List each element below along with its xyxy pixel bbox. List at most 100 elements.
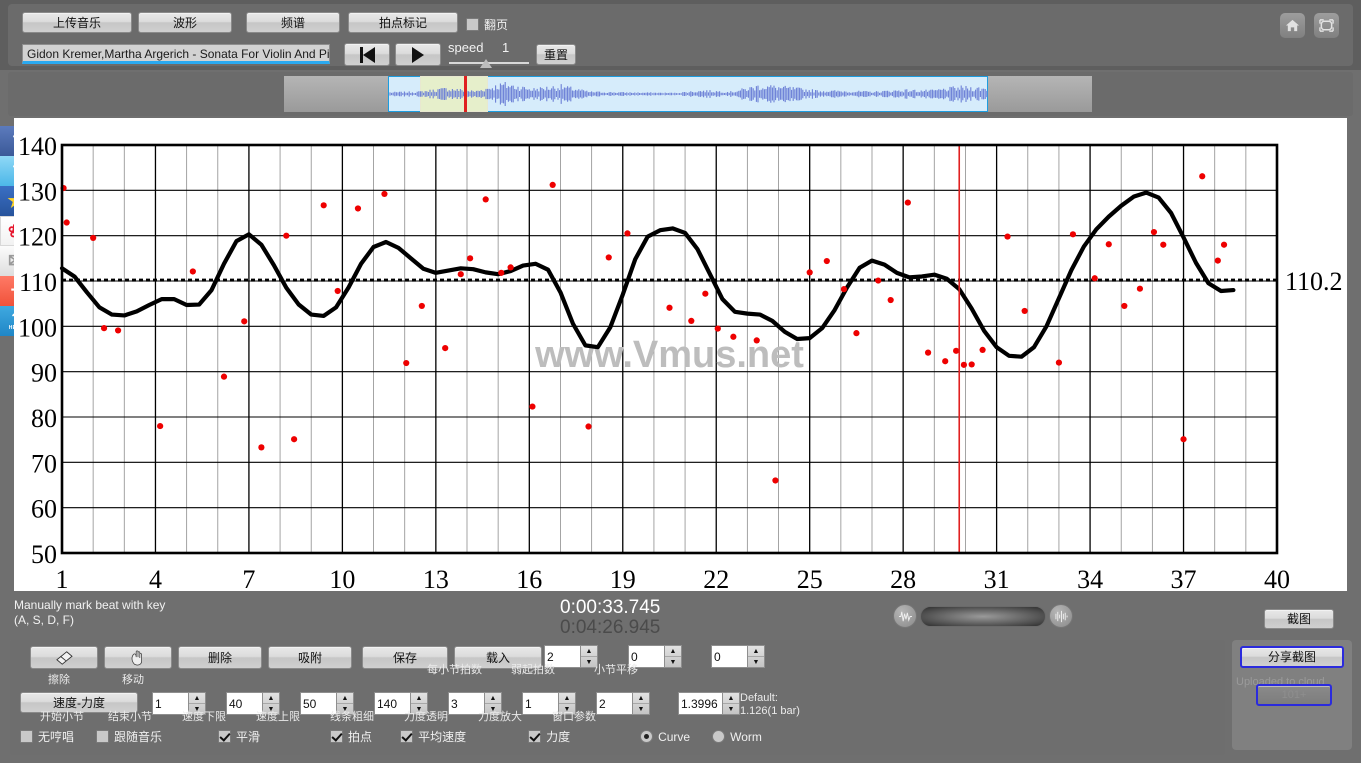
start-bar-increment-icon[interactable]: ▲ [189,693,205,704]
beats-checkbox[interactable] [330,730,344,743]
beat-point[interactable] [283,232,290,239]
beat-point[interactable] [688,317,695,324]
beat-point[interactable] [840,286,848,293]
track-name-field[interactable]: Gidon Kremer,Martha Argerich - Sonata Fo… [22,44,330,64]
beat-point[interactable] [806,269,813,276]
beat-point[interactable] [1021,307,1028,315]
beat-point[interactable] [904,199,911,206]
beat-point[interactable] [290,436,298,443]
no-humming-checkbox[interactable] [20,730,33,743]
play-button[interactable] [395,43,441,66]
smooth-checkbox[interactable] [218,730,232,743]
beat-point[interactable] [875,277,882,284]
pickup-beats-decrement-icon[interactable]: ▼ [665,657,681,667]
checkbox-smooth[interactable]: 平滑 [218,728,260,745]
beat-point[interactable] [772,477,779,484]
beat-point[interactable] [507,264,514,271]
beat-point[interactable] [853,330,860,337]
beat-point[interactable] [403,359,410,367]
cloud-count-button[interactable]: 101+ [1256,684,1332,706]
curve-radio[interactable] [640,730,654,743]
beat-point[interactable] [666,304,673,311]
tempo-chart-panel[interactable]: www.Vmus.net 50 60 70 80 90 100 110 120 130 140 1 4 7… [14,118,1347,591]
beat-point[interactable] [1121,302,1128,310]
beat-point[interactable] [442,344,449,352]
beat-point[interactable] [1180,436,1187,443]
beat-point[interactable] [1069,231,1077,238]
beat-point[interactable] [753,337,760,344]
beats-per-bar-increment-icon[interactable]: ▲ [581,646,597,657]
line-thickness-increment-icon[interactable]: ▲ [485,693,501,704]
bar-shift-input[interactable] [711,645,747,668]
beat-point[interactable] [1055,359,1063,366]
dynamics-scale-stepper[interactable]: ▲ ▼ [632,692,650,715]
beat-point[interactable] [1004,233,1011,240]
dynamics-scale-decrement-icon[interactable]: ▼ [633,704,649,714]
fullscreen-icon[interactable] [1314,13,1339,38]
beat-point[interactable] [320,202,327,209]
checkbox-follow-music[interactable]: 跟随音乐 [96,728,162,745]
screenshot-button[interactable]: 截图 [1264,609,1334,629]
beat-point[interactable] [953,347,960,354]
waveform-right-icon[interactable] [1049,604,1073,628]
upload-music-button[interactable]: 上传音乐 [22,12,132,33]
window-parameter-input[interactable] [678,692,722,715]
beat-point[interactable] [498,269,505,276]
beat-point[interactable] [418,302,425,310]
erase-tool-button[interactable] [30,646,98,669]
beat-point[interactable] [730,333,737,340]
beat-point[interactable] [100,325,108,332]
share-screenshot-button[interactable]: 分享截图 [1240,646,1344,668]
bar-shift-spinner[interactable]: ▲▼ [711,645,765,668]
radio-worm[interactable]: Worm [712,730,762,744]
beat-point[interactable] [241,318,248,325]
checkbox-average-tempo[interactable]: 平均速度 [400,728,466,745]
beat-point[interactable] [887,296,894,304]
window-parameter-stepper[interactable]: ▲ ▼ [722,692,740,715]
tempo-max-increment-icon[interactable]: ▲ [411,693,427,704]
beat-point[interactable] [258,444,265,451]
beat-point[interactable] [220,373,228,380]
beat-point[interactable] [63,219,70,226]
bar-shift-increment-icon[interactable]: ▲ [748,646,764,657]
beat-point[interactable] [482,196,489,203]
home-icon[interactable] [1280,13,1305,38]
pickup-beats-stepper[interactable]: ▲ ▼ [664,645,682,668]
window-parameter-spinner[interactable]: ▲▼ [678,692,740,715]
beat-point[interactable] [924,349,932,356]
beat-point[interactable] [189,268,196,275]
waveform-canvas[interactable] [284,76,1092,112]
beat-point[interactable] [960,361,968,368]
beat-point[interactable] [1091,275,1098,282]
checkbox-beats[interactable]: 拍点 [330,728,372,745]
worm-radio[interactable] [712,730,726,743]
beat-point[interactable] [605,254,612,261]
waveform-button[interactable]: 波形 [138,12,232,33]
follow-music-checkbox[interactable] [96,730,110,743]
beat-point[interactable] [1105,241,1112,248]
beat-point[interactable] [381,190,388,198]
waveform-left-icon[interactable] [893,604,917,628]
beat-point[interactable] [157,422,164,430]
beat-point[interactable] [1160,241,1167,248]
beat-point[interactable] [979,346,986,354]
tempo-min-increment-icon[interactable]: ▲ [337,693,353,704]
move-tool-button[interactable] [104,646,172,669]
rewind-to-start-button[interactable] [344,43,390,66]
snap-button[interactable]: 吸附 [268,646,352,669]
beat-point[interactable] [1214,257,1221,264]
dynamics-scale-spinner[interactable]: ▲▼ [596,692,650,715]
beat-point[interactable] [457,271,464,278]
dynamics-opacity-increment-icon[interactable]: ▲ [559,693,575,704]
checkbox-no-humming[interactable]: 无哼唱 [20,728,74,745]
dynamics-checkbox[interactable] [528,730,542,743]
volume-slider[interactable] [920,605,1046,627]
waveform-playhead[interactable] [464,76,467,112]
beat-point[interactable] [942,358,949,365]
beat-point[interactable] [585,423,592,430]
beat-point[interactable] [1199,173,1206,180]
speed-slider-thumb[interactable] [480,59,492,68]
tempo-chart[interactable]: www.Vmus.net 50 60 70 80 90 100 110 120 130 140 1 4 7… [14,118,1347,591]
beat-point[interactable] [114,327,122,334]
beat-point[interactable] [354,205,362,212]
